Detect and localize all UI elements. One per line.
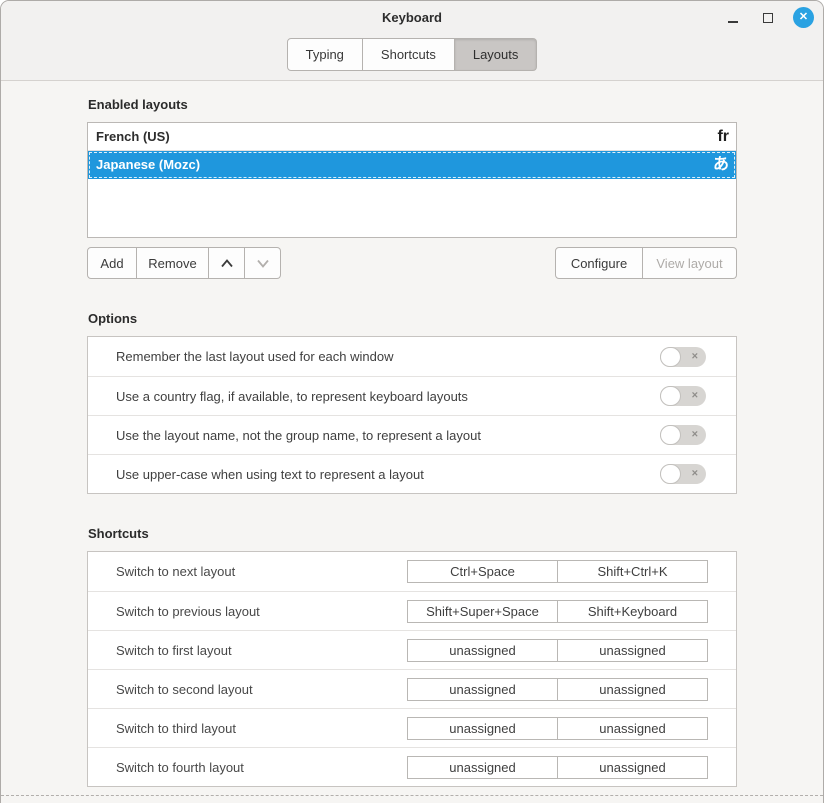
tab-typing[interactable]: Typing [287,38,363,71]
window-header: Keyboard ✕ TypingShortcutsLayouts [1,1,823,81]
close-button[interactable]: ✕ [793,7,814,28]
shortcut-label: Switch to second layout [116,682,407,697]
option-row: Use the layout name, not the group name,… [88,415,736,454]
toggle-off-icon: × [692,429,698,440]
shortcut-label: Switch to third layout [116,721,407,736]
add-layout-button[interactable]: Add [87,247,137,279]
minimize-button[interactable] [723,8,743,28]
shortcut-binding-button[interactable]: Shift+Super+Space [407,600,558,623]
enabled-layouts-list: French (US) fr Japanese (Mozc) あ [87,122,737,238]
option-label: Use a country flag, if available, to rep… [116,389,660,404]
shortcut-binding-button[interactable]: unassigned [557,639,708,662]
shortcut-label: Switch to previous layout [116,604,407,619]
layout-view-button-group: Configure View layout [555,247,737,279]
option-label: Remember the last layout used for each w… [116,349,660,364]
toggle-switch[interactable]: × [660,425,706,445]
shortcut-binding-button[interactable]: unassigned [407,717,558,740]
layout-name: French (US) [96,129,170,144]
layout-indicator-icon: fr [717,129,729,145]
titlebar: Keyboard ✕ [1,1,823,34]
shortcut-binding-group: unassigned unassigned [407,639,708,662]
maximize-button[interactable] [758,8,778,28]
option-row: Use upper-case when using text to repres… [88,454,736,493]
shortcut-binding-group: unassigned unassigned [407,717,708,740]
shortcut-binding-group: unassigned unassigned [407,756,708,779]
configure-button[interactable]: Configure [555,247,643,279]
shortcut-binding-button[interactable]: unassigned [407,678,558,701]
option-row: Remember the last layout used for each w… [88,337,736,376]
shortcuts-panel: Switch to next layout Ctrl+Space Shift+C… [87,551,737,787]
toggle-off-icon: × [692,468,698,479]
options-panel: Remember the last layout used for each w… [87,336,737,494]
keyboard-settings-window: Keyboard ✕ TypingShortcutsLayouts Enable… [0,0,824,803]
shortcut-binding-group: unassigned unassigned [407,678,708,701]
shortcut-binding-button[interactable]: unassigned [407,639,558,662]
window-title: Keyboard [1,1,823,34]
layout-row[interactable]: Japanese (Mozc) あ [88,151,736,179]
maximize-icon [763,13,773,23]
shortcut-row: Switch to fourth layout unassigned unass… [88,747,736,786]
tab-bar: TypingShortcutsLayouts [1,34,823,80]
toggle-off-icon: × [692,390,698,401]
layout-row[interactable]: French (US) fr [88,123,736,151]
tab-group: TypingShortcutsLayouts [287,38,538,71]
remove-layout-button[interactable]: Remove [137,247,209,279]
shortcut-row: Switch to second layout unassigned unass… [88,669,736,708]
toggle-switch[interactable]: × [660,464,706,484]
shortcut-label: Switch to fourth layout [116,760,407,775]
layout-edit-button-group: Add Remove [87,247,281,279]
minimize-icon [728,21,738,23]
shortcut-binding-button[interactable]: Shift+Ctrl+K [557,560,708,583]
shortcut-binding-group: Shift+Super+Space Shift+Keyboard [407,600,708,623]
shortcut-binding-button[interactable]: unassigned [407,756,558,779]
chevron-up-icon [220,259,234,268]
shortcut-label: Switch to first layout [116,643,407,658]
options-heading: Options [88,311,737,327]
move-up-button[interactable] [209,247,245,279]
shortcut-row: Switch to previous layout Shift+Super+Sp… [88,591,736,630]
shortcut-row: Switch to third layout unassigned unassi… [88,708,736,747]
toggle-knob-icon [660,425,681,445]
shortcut-binding-button[interactable]: Ctrl+Space [407,560,558,583]
layouts-page: Enabled layouts French (US) fr Japanese … [1,81,823,787]
shortcut-row: Switch to first layout unassigned unassi… [88,630,736,669]
resize-grip[interactable] [1,795,823,796]
close-icon: ✕ [799,12,808,23]
toggle-knob-icon [660,464,681,484]
move-down-button[interactable] [245,247,281,279]
option-label: Use upper-case when using text to repres… [116,467,660,482]
option-row: Use a country flag, if available, to rep… [88,376,736,415]
view-layout-button[interactable]: View layout [643,247,737,279]
layout-list-actions: Add Remove Configure View layout [87,247,737,279]
toggle-knob-icon [660,347,681,367]
layout-name: Japanese (Mozc) [96,157,200,172]
shortcut-binding-button[interactable]: Shift+Keyboard [557,600,708,623]
chevron-down-icon [256,259,270,268]
shortcut-binding-button[interactable]: unassigned [557,678,708,701]
toggle-knob-icon [660,386,681,406]
toggle-off-icon: × [692,351,698,362]
shortcut-row: Switch to next layout Ctrl+Space Shift+C… [88,552,736,591]
tab-shortcuts[interactable]: Shortcuts [363,38,455,71]
shortcut-label: Switch to next layout [116,564,407,579]
shortcuts-heading: Shortcuts [88,526,737,542]
toggle-switch[interactable]: × [660,347,706,367]
shortcut-binding-group: Ctrl+Space Shift+Ctrl+K [407,560,708,583]
shortcut-binding-button[interactable]: unassigned [557,756,708,779]
shortcut-binding-button[interactable]: unassigned [557,717,708,740]
enabled-layouts-heading: Enabled layouts [88,97,737,113]
toggle-switch[interactable]: × [660,386,706,406]
window-controls: ✕ [723,1,814,34]
option-label: Use the layout name, not the group name,… [116,428,660,443]
layout-indicator-icon: あ [713,157,729,173]
tab-layouts[interactable]: Layouts [455,38,538,71]
